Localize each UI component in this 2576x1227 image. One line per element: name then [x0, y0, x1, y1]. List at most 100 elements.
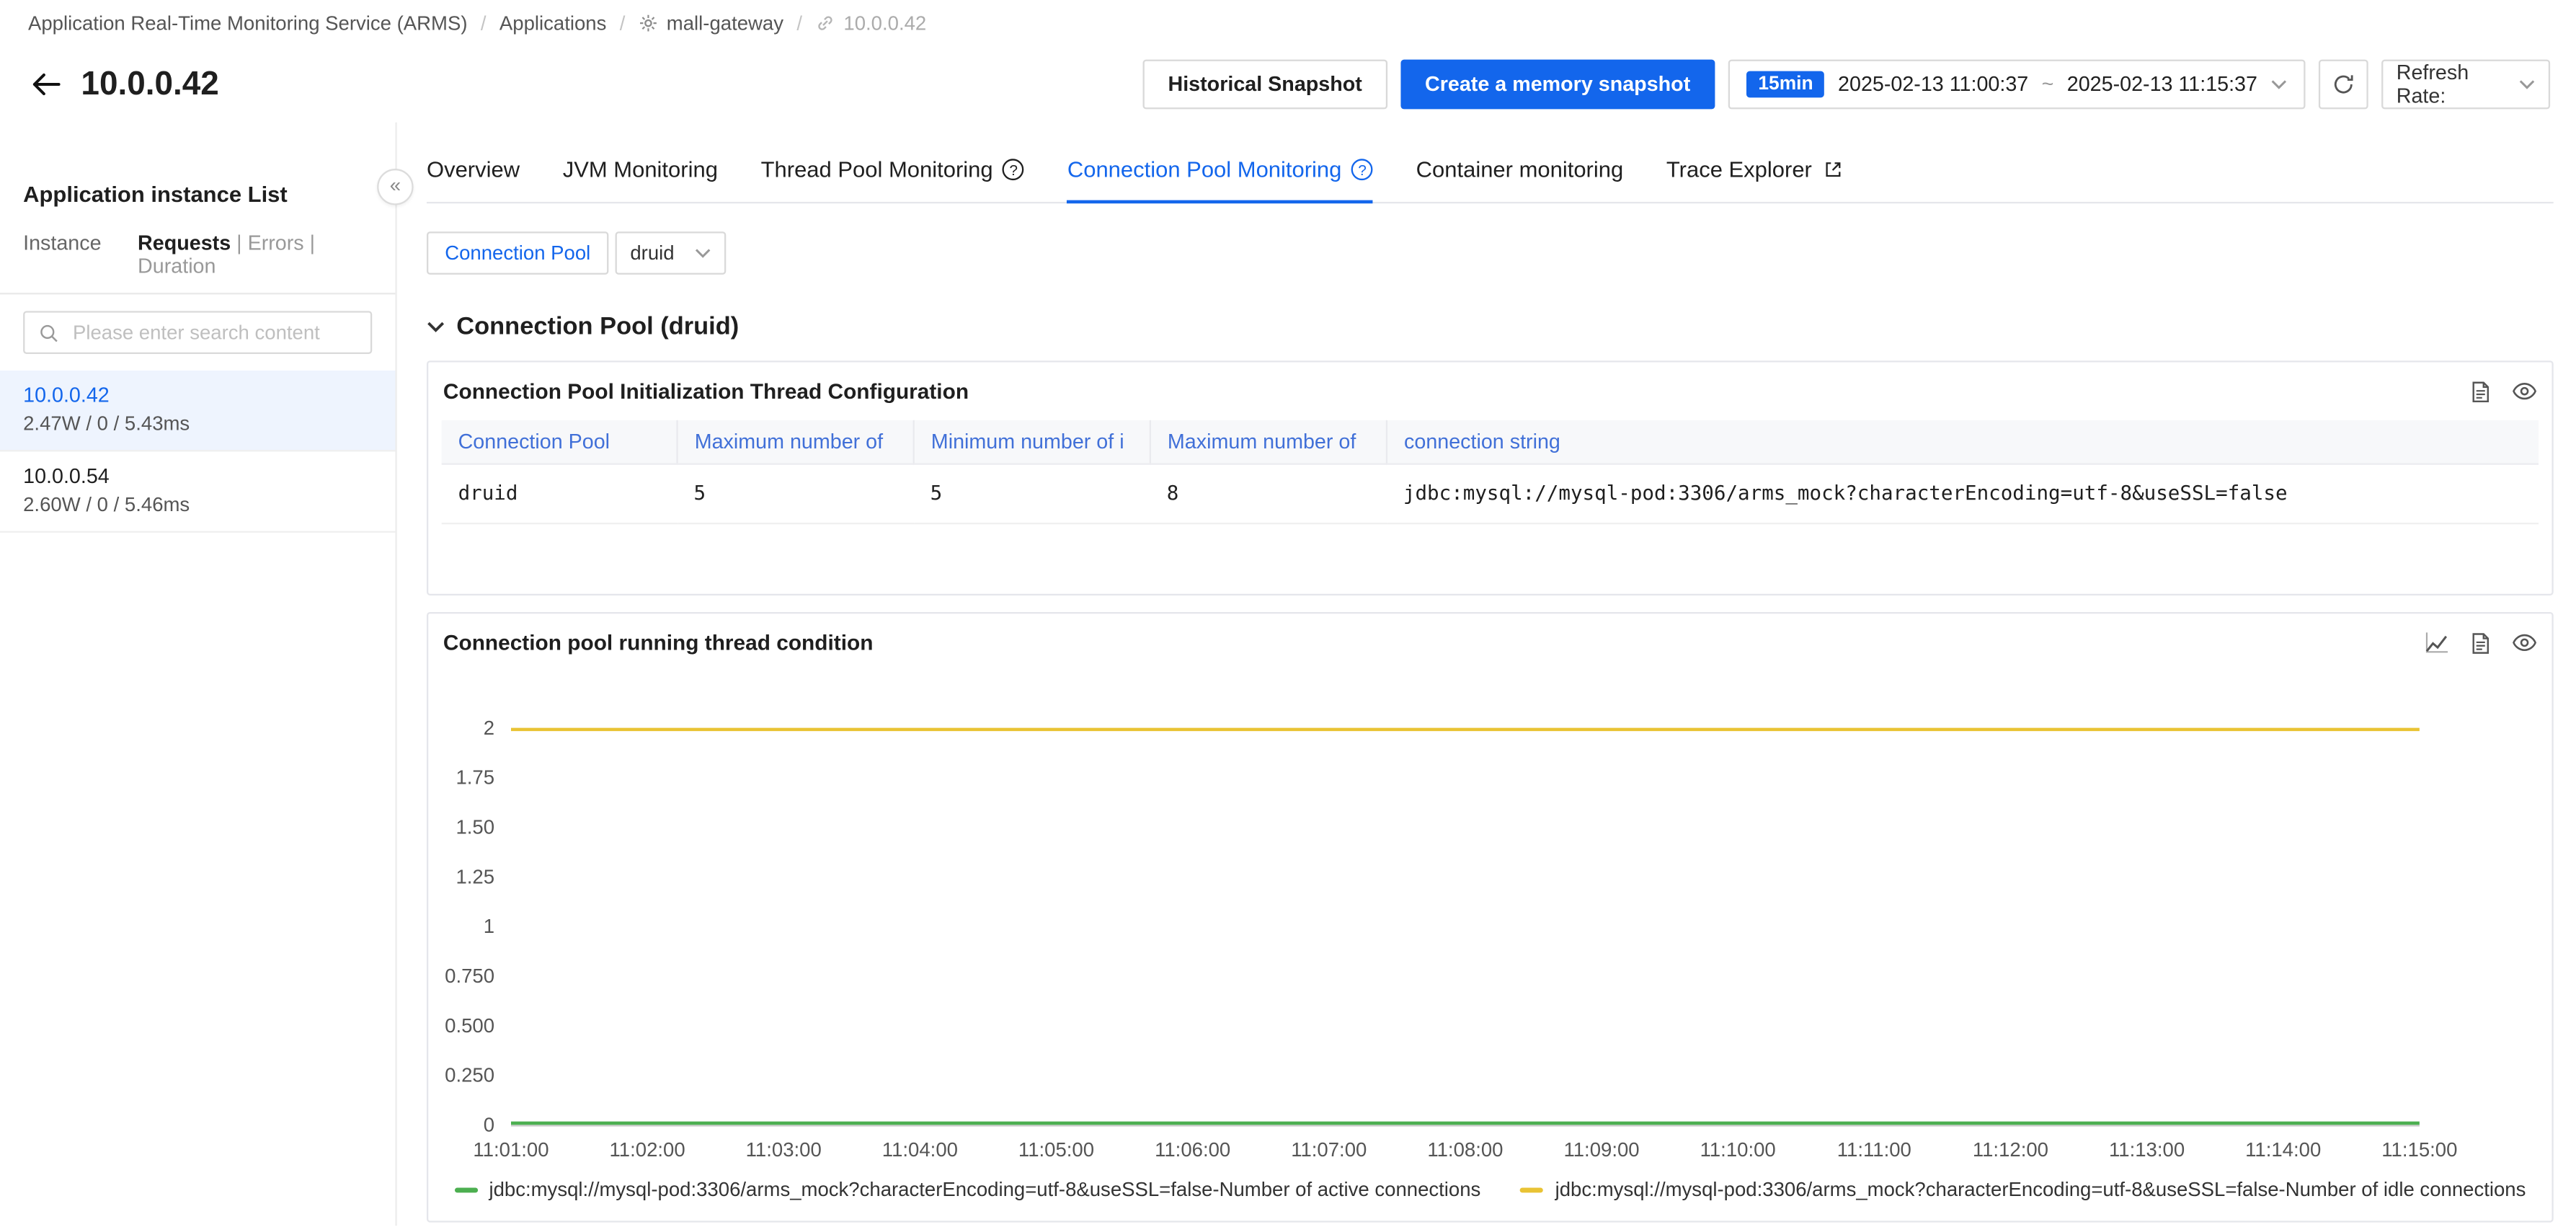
sidebar-tab-requests-errors-duration[interactable]: Requests | Errors | Duration	[138, 231, 372, 278]
refresh-rate-label: Refresh Rate:	[2397, 61, 2519, 107]
instance-search	[23, 311, 372, 354]
tab-label: Connection Pool Monitoring	[1067, 157, 1342, 182]
time-range-start: 2025-02-13 11:00:37	[1838, 73, 2028, 96]
help-icon[interactable]: ?	[1003, 159, 1024, 180]
breadcrumb-separator: /	[620, 12, 626, 35]
refresh-icon	[2332, 73, 2355, 96]
instance-ip: 10.0.0.42	[23, 384, 372, 407]
y-tick-label: 0.500	[445, 1014, 494, 1037]
table-cell: 5	[678, 464, 914, 524]
search-input[interactable]	[69, 319, 357, 346]
breadcrumb-item-arms[interactable]: Application Real-Time Monitoring Service…	[28, 12, 468, 35]
x-tick-label: 11:13:00	[2109, 1138, 2185, 1161]
chart-plot-area	[511, 728, 2420, 1127]
instance-item-10-0-0-42[interactable]: 10.0.0.422.47W / 0 / 5.43ms	[0, 371, 395, 451]
time-range-picker[interactable]: 15min 2025-02-13 11:00:37 ~ 2025-02-13 1…	[1728, 60, 2305, 110]
connection-pool-filter-label[interactable]: Connection Pool	[427, 231, 609, 275]
x-tick-label: 11:06:00	[1155, 1138, 1230, 1161]
header-actions: Historical Snapshot Create a memory snap…	[1143, 60, 2550, 110]
document-icon[interactable]	[2469, 380, 2492, 403]
column-header-maximum-number-of[interactable]: Maximum number of	[678, 420, 914, 464]
page-title: 10.0.0.42	[81, 66, 218, 104]
eye-icon[interactable]	[2512, 378, 2536, 403]
config-table-head-row: Connection PoolMaximum number ofMinimum …	[442, 420, 2539, 464]
breadcrumb-separator: /	[481, 12, 487, 35]
legend-color-dash	[454, 1187, 477, 1192]
config-card-title: Connection Pool Initialization Thread Co…	[443, 378, 969, 403]
tab-trace-explorer[interactable]: Trace Explorer	[1666, 157, 1842, 202]
section-title: Connection Pool (druid)	[456, 313, 739, 341]
title-bar: 10.0.0.42 Historical Snapshot Create a m…	[0, 46, 2576, 123]
refresh-rate-select[interactable]: Refresh Rate:	[2381, 60, 2550, 110]
section-connection-pool[interactable]: Connection Pool (druid)	[427, 313, 2554, 341]
instance-item-10-0-0-54[interactable]: 10.0.0.542.60W / 0 / 5.46ms	[0, 451, 395, 532]
legend-color-dash	[1520, 1187, 1543, 1192]
instance-ip: 10.0.0.54	[23, 465, 372, 488]
time-range-end: 2025-02-13 11:15:37	[2067, 73, 2257, 96]
sidebar-tab-requests-label: Requests	[138, 231, 231, 254]
line-chart-icon[interactable]	[2425, 630, 2449, 655]
legend-item[interactable]: jdbc:mysql://mysql-pod:3306/arms_mock?ch…	[454, 1178, 1480, 1201]
tab-overview[interactable]: Overview	[427, 157, 520, 202]
back-button[interactable]	[27, 68, 65, 101]
x-tick-label: 11:10:00	[1700, 1138, 1776, 1161]
tab-jvm-monitoring[interactable]: JVM Monitoring	[563, 157, 718, 202]
y-tick-label: 1.75	[456, 766, 494, 789]
chart-series-lines	[511, 728, 2420, 1125]
breadcrumb-item-app[interactable]: mall-gateway	[667, 12, 783, 35]
table-cell: jdbc:mysql://mysql-pod:3306/arms_mock?ch…	[1387, 464, 2539, 524]
x-tick-label: 11:07:00	[1291, 1138, 1367, 1161]
external-link-icon	[1824, 161, 1842, 179]
pool-select[interactable]: druid	[616, 231, 726, 275]
x-tick-label: 11:15:00	[2381, 1138, 2457, 1161]
column-header-connection-string[interactable]: connection string	[1387, 420, 2539, 464]
arms-console: Application Real-Time Monitoring Service…	[0, 0, 2576, 1227]
legend-label: jdbc:mysql://mysql-pod:3306/arms_mock?ch…	[1555, 1178, 2526, 1201]
column-header-minimum-number-of-i[interactable]: Minimum number of i	[914, 420, 1150, 464]
chevron-down-icon	[2270, 79, 2287, 89]
y-tick-label: 0.750	[445, 965, 494, 988]
breadcrumb-separator: /	[796, 12, 802, 35]
tab-label: Overview	[427, 157, 520, 182]
pool-config-card: Connection Pool Initialization Thread Co…	[427, 360, 2554, 595]
legend-item[interactable]: jdbc:mysql://mysql-pod:3306/arms_mock?ch…	[1520, 1178, 2526, 1201]
document-icon[interactable]	[2469, 631, 2492, 654]
chart-legend: jdbc:mysql://mysql-pod:3306/arms_mock?ch…	[442, 1178, 2539, 1201]
x-tick-label: 11:09:00	[1563, 1138, 1639, 1161]
search-icon	[38, 322, 60, 343]
chart-card-title: Connection pool running thread condition	[443, 630, 873, 655]
table-cell: druid	[442, 464, 678, 524]
create-memory-snapshot-button[interactable]: Create a memory snapshot	[1400, 60, 1715, 110]
x-tick-label: 11:08:00	[1427, 1138, 1503, 1161]
column-header-maximum-number-of[interactable]: Maximum number of	[1150, 420, 1387, 464]
chevron-down-icon	[2519, 79, 2536, 89]
connection-pool-chart: 21.751.501.2510.7500.5000.2500 11:01:001…	[442, 728, 2539, 1163]
historical-snapshot-button[interactable]: Historical Snapshot	[1143, 60, 1387, 110]
y-tick-label: 0	[484, 1113, 494, 1136]
x-tick-label: 11:14:00	[2245, 1138, 2321, 1161]
chart-x-axis: 11:01:0011:02:0011:03:0011:04:0011:05:00…	[511, 1138, 2420, 1163]
tab-label: JVM Monitoring	[563, 157, 718, 182]
x-tick-label: 11:04:00	[882, 1138, 958, 1161]
time-range-separator: ~	[2042, 73, 2054, 96]
collapse-sidebar-button[interactable]: «	[377, 169, 413, 205]
chart-y-axis: 21.751.501.2510.7500.5000.2500	[442, 728, 511, 1125]
main-content: Overview JVM Monitoring Thread Pool Monito…	[397, 123, 2576, 1226]
help-icon[interactable]: ?	[1351, 159, 1373, 180]
sidebar-tab-instance[interactable]: Instance	[23, 231, 101, 278]
breadcrumb-item-applications[interactable]: Applications	[499, 12, 606, 35]
chevron-expanded-icon	[427, 321, 445, 332]
sidebar-tabs: Instance Requests | Errors | Duration	[0, 231, 395, 294]
eye-icon[interactable]	[2512, 630, 2536, 655]
x-tick-label: 11:12:00	[1973, 1138, 2048, 1161]
tab-connection-pool-monitoring[interactable]: Connection Pool Monitoring?	[1067, 157, 1373, 202]
chevron-down-icon	[694, 248, 711, 258]
link-icon	[815, 13, 835, 33]
table-cell: 8	[1150, 464, 1387, 524]
x-tick-label: 11:11:00	[1837, 1138, 1911, 1161]
column-header-connection-pool[interactable]: Connection Pool	[442, 420, 678, 464]
tab-thread-pool-monitoring[interactable]: Thread Pool Monitoring?	[761, 157, 1025, 202]
tab-container-monitoring[interactable]: Container monitoring	[1416, 157, 1624, 202]
table-cell: 5	[914, 464, 1150, 524]
refresh-button[interactable]	[2319, 60, 2368, 110]
